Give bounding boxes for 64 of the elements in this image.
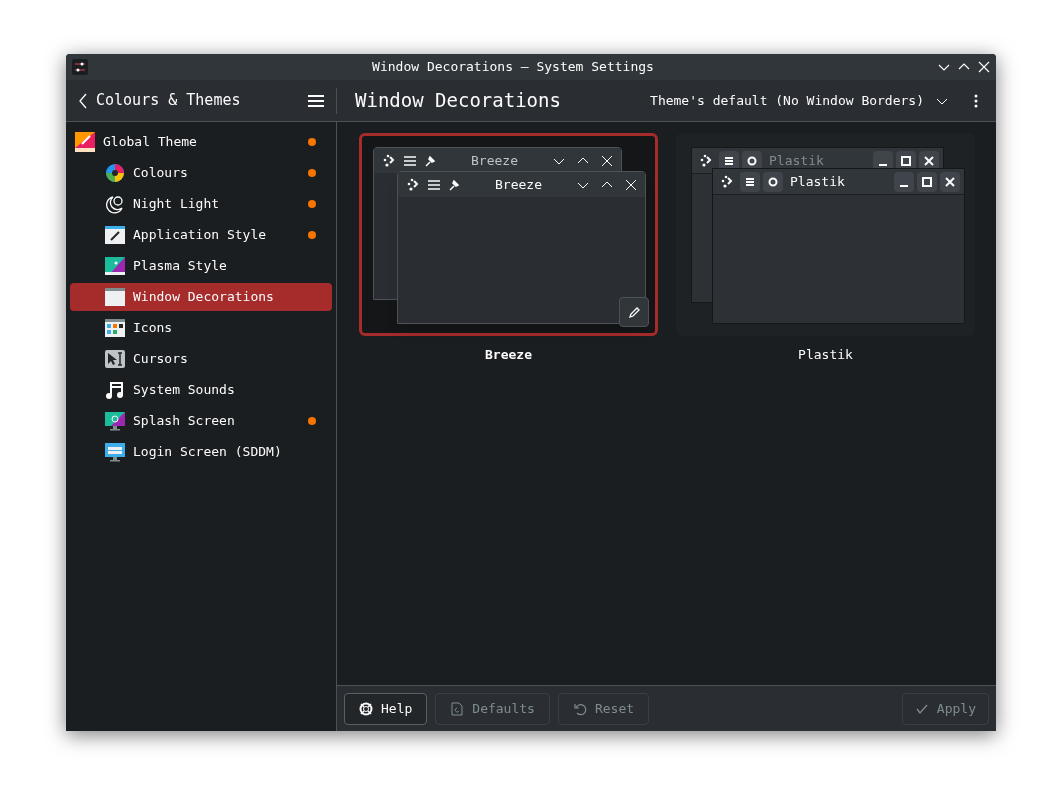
undo-icon — [572, 701, 587, 716]
moon-bulb-icon — [105, 194, 125, 214]
sidebar-item[interactable]: Icons — [70, 314, 332, 342]
section-title: Colours & Themes — [96, 90, 242, 112]
decoration-card[interactable]: Plastik Plastik — [676, 133, 975, 336]
page-title: Window Decorations — [355, 88, 562, 114]
preview-title: Breeze — [470, 151, 519, 170]
menu-icon[interactable] — [308, 93, 324, 108]
maximize-icon — [896, 150, 916, 171]
menu-icon — [428, 178, 440, 191]
minimize-icon — [894, 171, 914, 192]
pin-icon — [448, 178, 460, 191]
border-size-dropdown[interactable]: Theme's default (No Window Borders) — [642, 87, 956, 114]
window-menu-icon — [699, 153, 713, 168]
ring-icon — [763, 171, 783, 192]
sidebar-item[interactable]: Window Decorations — [70, 283, 332, 311]
minimize-icon — [873, 150, 893, 171]
login-monitor-icon — [105, 442, 125, 462]
sidebar-item[interactable]: Splash Screen — [70, 407, 332, 435]
ring-icon — [742, 150, 762, 171]
color-wheel-icon — [105, 163, 125, 183]
sidebar-item[interactable]: Plasma Style — [70, 252, 332, 280]
preview-title: Plastik — [790, 172, 846, 191]
decoration-card[interactable]: Breeze Breeze — [359, 133, 658, 336]
sidebar-item[interactable]: Global Theme — [70, 128, 332, 156]
sidebar-item[interactable]: Colours — [70, 159, 332, 187]
help-button[interactable]: Help — [344, 692, 428, 725]
kebab-menu-icon[interactable] — [974, 93, 978, 108]
lifebuoy-icon — [359, 701, 373, 716]
menu-icon — [404, 154, 416, 167]
window-menu-icon — [720, 174, 734, 189]
menu-icon — [740, 171, 760, 192]
cursor-icon — [105, 349, 125, 369]
decoration-name: Plastik — [798, 346, 853, 364]
sidebar-item[interactable]: Cursors — [70, 345, 332, 373]
sidebar-item[interactable]: System Sounds — [70, 376, 332, 404]
window-icon — [105, 287, 125, 307]
window-brush-icon — [105, 225, 125, 245]
maximize-icon — [917, 171, 937, 192]
icons-grid-icon — [105, 318, 125, 338]
plasma-icon — [105, 256, 125, 276]
music-note-icon — [105, 380, 125, 400]
close-icon — [919, 150, 939, 171]
window-title: Window Decorations — System Settings — [371, 58, 655, 77]
close-button[interactable] — [978, 61, 990, 73]
monitor-icon — [105, 411, 125, 431]
sidebar-item[interactable]: Night Light — [70, 190, 332, 218]
menu-icon — [719, 150, 739, 171]
preview-title: Plastik — [769, 151, 825, 170]
document-icon — [450, 701, 465, 716]
sidebar-item[interactable]: Login Screen (SDDM) — [70, 438, 332, 466]
close-icon — [940, 171, 960, 192]
window-menu-icon — [406, 177, 420, 192]
decoration-name: Breeze — [485, 346, 532, 364]
edit-button[interactable] — [619, 297, 649, 327]
close-icon — [601, 154, 613, 167]
paintbrush-icon — [75, 132, 95, 152]
close-icon — [625, 178, 637, 191]
sidebar-item[interactable]: Application Style — [70, 221, 332, 249]
pin-icon — [424, 154, 436, 167]
window-menu-icon — [382, 153, 396, 168]
pencil-icon — [627, 305, 641, 319]
sliders-icon — [72, 59, 88, 75]
preview-title: Breeze — [494, 175, 543, 194]
